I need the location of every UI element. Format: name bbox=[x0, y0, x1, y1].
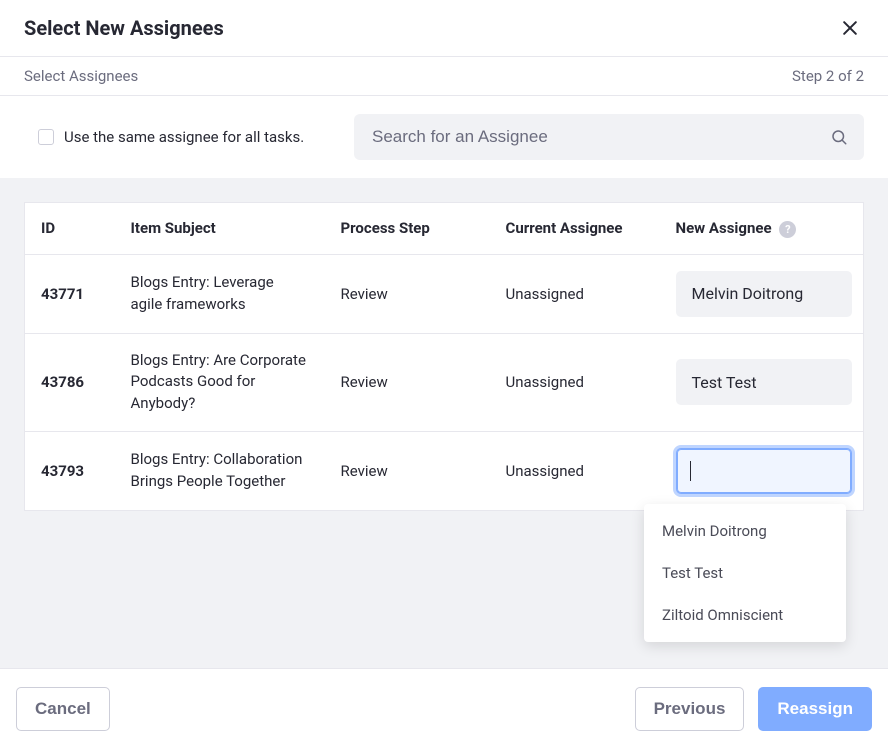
checkbox-icon[interactable] bbox=[38, 129, 54, 145]
table-row: 43771 Blogs Entry: Leverage agile framew… bbox=[25, 254, 864, 333]
table-row: 43786 Blogs Entry: Are Corporate Podcast… bbox=[25, 333, 864, 431]
previous-button[interactable]: Previous bbox=[635, 687, 745, 731]
new-assignee-value: Test Test bbox=[692, 373, 757, 392]
modal-title: Select New Assignees bbox=[24, 16, 224, 40]
cell-current: Unassigned bbox=[490, 431, 660, 510]
assignees-table: ID Item Subject Process Step Current Ass… bbox=[24, 202, 864, 511]
reassign-button[interactable]: Reassign bbox=[758, 687, 872, 731]
col-header-new: New Assignee ? bbox=[660, 203, 864, 255]
col-header-subject: Item Subject bbox=[115, 203, 325, 255]
cell-step: Review bbox=[325, 431, 490, 510]
new-assignee-select[interactable]: Test Test bbox=[676, 359, 852, 405]
dropdown-option[interactable]: Test Test bbox=[644, 552, 846, 594]
step-progress: Step 2 of 2 bbox=[792, 67, 864, 85]
cell-new: Test Test bbox=[660, 333, 864, 431]
dropdown-option[interactable]: Melvin Doitrong bbox=[644, 510, 846, 552]
cell-subject: Blogs Entry: Collaboration Brings People… bbox=[115, 431, 325, 510]
table-area: ID Item Subject Process Step Current Ass… bbox=[0, 178, 888, 668]
dropdown-option[interactable]: Ziltoid Omniscient bbox=[644, 594, 846, 636]
modal-select-new-assignees: Select New Assignees Select Assignees St… bbox=[0, 0, 888, 749]
cell-id: 43771 bbox=[25, 254, 115, 333]
table-row: 43793 Blogs Entry: Collaboration Brings … bbox=[25, 431, 864, 510]
cell-subject: Blogs Entry: Leverage agile frameworks bbox=[115, 254, 325, 333]
cell-id: 43793 bbox=[25, 431, 115, 510]
cell-step: Review bbox=[325, 333, 490, 431]
search-input[interactable] bbox=[354, 114, 864, 160]
search-icon[interactable] bbox=[830, 128, 848, 146]
cell-step: Review bbox=[325, 254, 490, 333]
help-icon[interactable]: ? bbox=[779, 221, 796, 238]
close-icon bbox=[840, 18, 860, 38]
new-assignee-input-wrap bbox=[676, 448, 848, 494]
controls-row: Use the same assignee for all tasks. bbox=[0, 96, 888, 178]
close-button[interactable] bbox=[836, 14, 864, 42]
table-area-inner: ID Item Subject Process Step Current Ass… bbox=[24, 202, 864, 511]
assignee-dropdown: Melvin Doitrong Test Test Ziltoid Omnisc… bbox=[644, 504, 846, 642]
new-assignee-select[interactable]: Melvin Doitrong bbox=[676, 271, 852, 317]
modal-header: Select New Assignees bbox=[0, 0, 888, 57]
cell-current: Unassigned bbox=[490, 333, 660, 431]
step-bar: Select Assignees Step 2 of 2 bbox=[0, 57, 888, 96]
same-assignee-label: Use the same assignee for all tasks. bbox=[64, 128, 304, 146]
col-header-new-label: New Assignee bbox=[676, 219, 772, 237]
new-assignee-value: Melvin Doitrong bbox=[692, 284, 804, 303]
new-assignee-input[interactable] bbox=[676, 448, 852, 494]
same-assignee-checkbox-wrap[interactable]: Use the same assignee for all tasks. bbox=[38, 128, 304, 146]
col-header-current: Current Assignee bbox=[490, 203, 660, 255]
col-header-step: Process Step bbox=[325, 203, 490, 255]
cell-new bbox=[660, 431, 864, 510]
modal-footer: Cancel Previous Reassign bbox=[0, 668, 888, 749]
col-header-id: ID bbox=[25, 203, 115, 255]
text-caret-icon bbox=[690, 461, 691, 481]
cell-subject: Blogs Entry: Are Corporate Podcasts Good… bbox=[115, 333, 325, 431]
cell-new: Melvin Doitrong bbox=[660, 254, 864, 333]
cancel-button[interactable]: Cancel bbox=[16, 687, 110, 731]
table-header-row: ID Item Subject Process Step Current Ass… bbox=[25, 203, 864, 255]
step-name: Select Assignees bbox=[24, 67, 138, 85]
search-wrap bbox=[354, 114, 864, 160]
cell-current: Unassigned bbox=[490, 254, 660, 333]
cell-id: 43786 bbox=[25, 333, 115, 431]
